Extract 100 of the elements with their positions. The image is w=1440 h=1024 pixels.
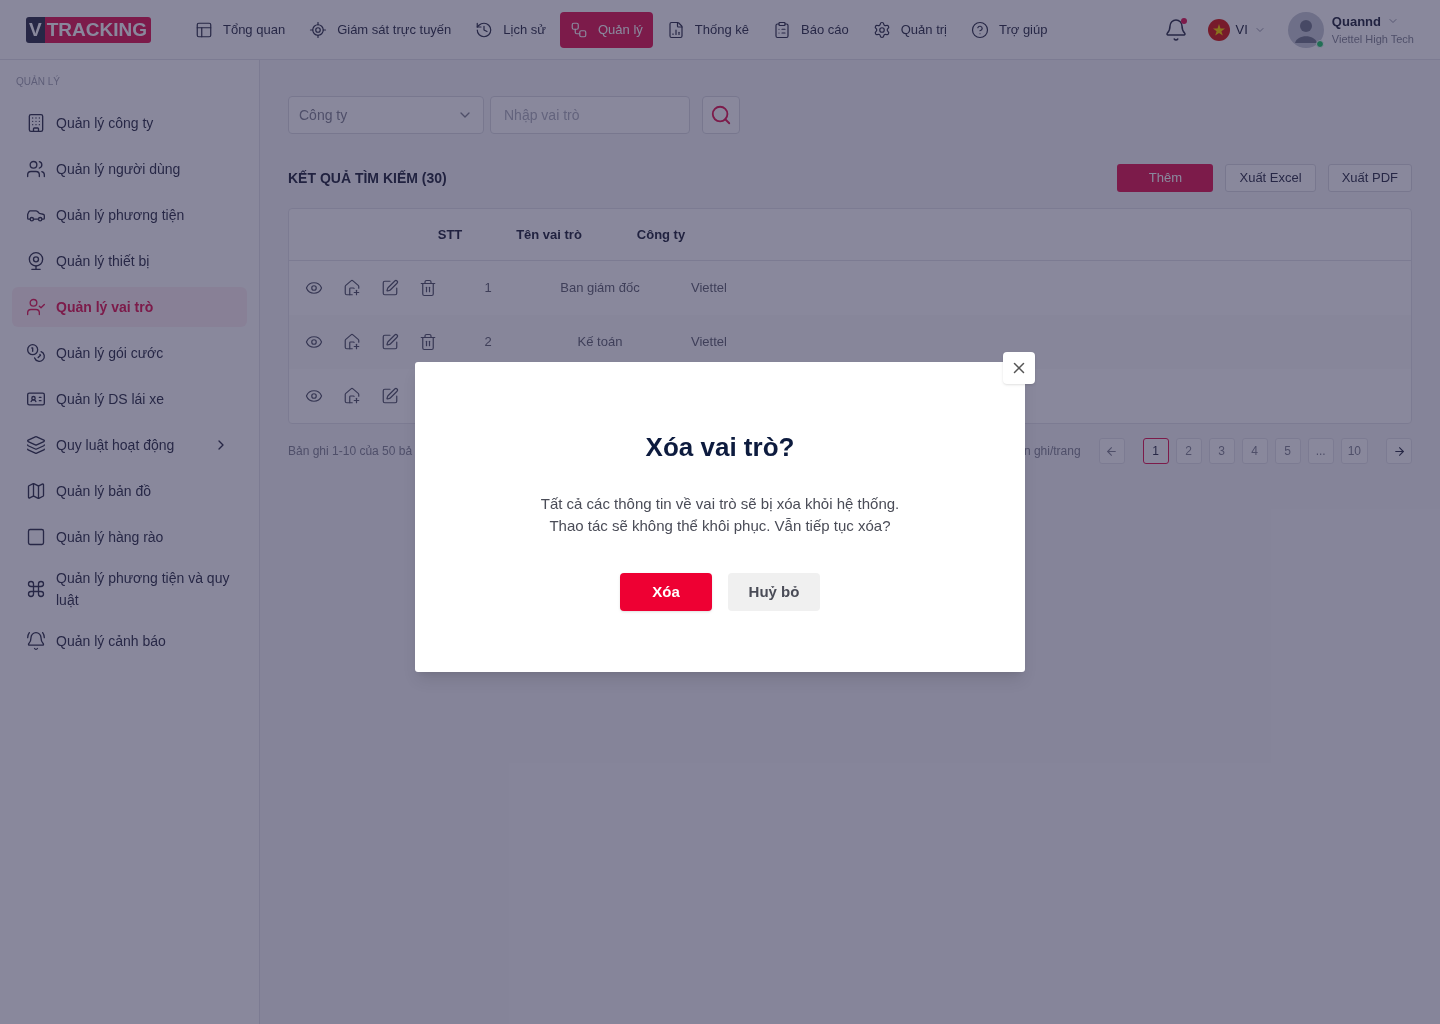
table-cell-text: Viettel (690, 333, 727, 352)
action-button[interactable]: Xuất PDF (1327, 164, 1412, 192)
avatar[interactable] (1287, 11, 1324, 48)
sidebar-item[interactable]: Quản lý phương tiện (12, 195, 247, 235)
user-company: Viettel High Tech (1331, 32, 1414, 47)
table-cell-text: Kế toán (576, 333, 624, 352)
building-icon (26, 113, 46, 133)
chart-file-icon (666, 20, 685, 39)
page-button[interactable]: 3 (1208, 438, 1235, 464)
sidebar-item[interactable]: Quản lý người dùng (12, 149, 247, 189)
flag-icon (1207, 18, 1230, 41)
map-icon (26, 481, 46, 501)
user-check-icon (26, 297, 46, 317)
layout-icon (194, 20, 213, 39)
row-action-button[interactable] (381, 279, 399, 297)
user-name: Quannd (1331, 12, 1381, 31)
row-action-button[interactable] (305, 279, 323, 297)
column-header: Công ty (635, 225, 687, 244)
row-action-button[interactable] (305, 333, 323, 351)
sidebar-item[interactable]: Quản lý cảnh báo (12, 621, 247, 661)
page-button[interactable]: 10 (1340, 438, 1368, 464)
row-action-button[interactable] (343, 333, 361, 351)
nav-tab[interactable]: Báo cáo (763, 11, 859, 48)
nav-tab[interactable]: Trợ giúp (960, 11, 1058, 48)
bell-icon (1163, 17, 1188, 42)
dialog-title: Xóa vai trò? (645, 431, 795, 464)
cancel-button[interactable]: Huỷ bỏ (728, 573, 820, 611)
results-title: KẾT QUẢ TÌM KIẾM (30) (288, 168, 447, 188)
action-button[interactable]: Thêm (1117, 164, 1214, 192)
nav-tab[interactable]: Thống kê (656, 11, 759, 48)
previous-page-button[interactable] (1098, 438, 1125, 464)
nav-tab[interactable]: Quản lý (560, 11, 653, 48)
command-icon (26, 579, 46, 599)
sidebar-item[interactable]: Quản lý thiết bị (12, 241, 247, 281)
nav-tab[interactable]: Quản trị (862, 11, 957, 48)
nav-tab[interactable]: Lịch sử (465, 11, 556, 48)
nav-tab[interactable]: Tổng quan (184, 11, 296, 48)
sidebar-item[interactable]: Quản lý hàng rào (12, 517, 247, 557)
sidebar-item[interactable]: Quản lý phương tiện và quy luật (12, 563, 247, 615)
row-action-button[interactable] (343, 387, 361, 405)
dialog-message: Tất cả các thông tin về vai trò sẽ bị xóa khỏi hệ thống. (540, 494, 900, 514)
language-selector[interactable]: VI (1207, 18, 1266, 41)
arrow-right-icon (1392, 444, 1406, 458)
close-button[interactable] (1003, 352, 1035, 384)
edit-icon (381, 279, 399, 297)
sidebar-item[interactable]: Quản lý DS lái xe (12, 379, 247, 419)
users-icon (26, 159, 46, 179)
page-button[interactable]: 5 (1274, 438, 1301, 464)
sidebar-item[interactable]: Quản lý công ty (12, 103, 247, 143)
clipboard-icon (773, 20, 791, 39)
table-cell-text: 2 (483, 333, 493, 352)
company-select[interactable]: Công ty (288, 96, 484, 134)
house-icon (343, 387, 361, 405)
coins-icon (26, 343, 46, 363)
webcam-icon (26, 251, 46, 271)
sidebar-item[interactable]: Quản lý vai trò (12, 287, 247, 327)
history-icon (475, 20, 494, 39)
house-icon (343, 279, 361, 297)
search-button[interactable] (702, 96, 740, 134)
settings-icon (872, 20, 891, 39)
notification-button[interactable] (1163, 17, 1188, 42)
column-header: Tên vai trò (515, 225, 583, 244)
page-button[interactable]: 1 (1142, 438, 1169, 464)
eye-icon (305, 333, 323, 351)
nav-tab[interactable]: Giám sát trực tuyến (299, 11, 462, 48)
search-icon (710, 104, 732, 126)
action-button[interactable]: Xuất Excel (1225, 164, 1316, 192)
page-button[interactable]: 4 (1241, 438, 1268, 464)
row-action-button[interactable] (419, 279, 437, 297)
edit-icon (381, 333, 399, 351)
row-action-button[interactable] (305, 387, 323, 405)
column-header: STT (436, 225, 464, 244)
row-action-button[interactable] (381, 387, 399, 405)
edit-icon (381, 387, 399, 405)
table-cell-text: 1 (483, 279, 493, 298)
eye-icon (305, 279, 323, 297)
square-icon (26, 527, 46, 547)
help-icon (970, 20, 989, 39)
sidebar-item[interactable]: Quản lý gói cước (12, 333, 247, 373)
nodes-icon (570, 20, 588, 39)
sidebar-item[interactable]: Quản lý bản đồ (12, 471, 247, 511)
next-page-button[interactable] (1386, 438, 1412, 464)
row-action-button[interactable] (419, 333, 437, 351)
logo[interactable]: V TRACKING (26, 16, 151, 43)
table-cell-text: Viettel (690, 279, 727, 298)
table-cell-text: Ban giám đốc (559, 279, 641, 298)
dialog-message: Thao tác sẽ không thể khôi phục. Vẫn tiếp tục xóa? (549, 516, 891, 536)
sidebar-item[interactable]: Quy luật hoạt động (12, 425, 247, 465)
delete-button[interactable]: Xóa (620, 573, 712, 611)
trash-icon (419, 279, 437, 297)
eye-icon (305, 387, 323, 405)
house-icon (343, 333, 361, 351)
layers-icon (26, 435, 46, 455)
crosshair-icon (309, 20, 328, 39)
row-action-button[interactable] (381, 333, 399, 351)
page-button[interactable]: 2 (1175, 438, 1202, 464)
bell-icon (26, 631, 46, 651)
row-action-button[interactable] (343, 279, 361, 297)
page-button[interactable]: ... (1307, 438, 1334, 464)
trash-icon (419, 333, 437, 351)
